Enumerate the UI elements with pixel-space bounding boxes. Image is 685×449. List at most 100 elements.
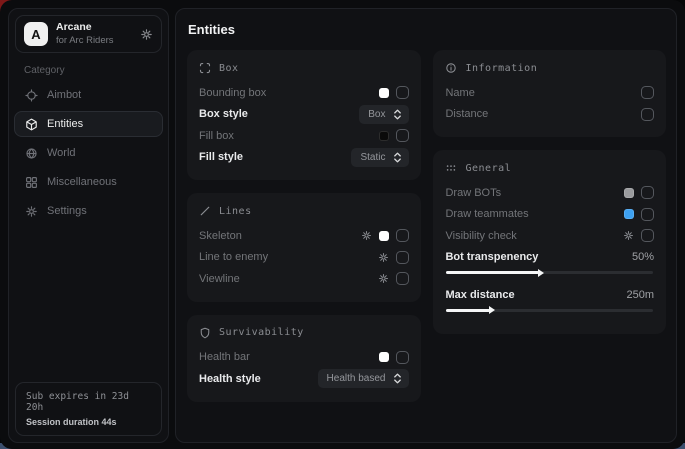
section-information-header: Information <box>445 62 654 74</box>
section-general: General Draw BOTs Draw teammates <box>433 150 666 334</box>
checkbox[interactable] <box>396 86 409 99</box>
color-swatch[interactable] <box>624 188 634 198</box>
checkbox[interactable] <box>641 208 654 221</box>
max-distance-slider[interactable] <box>446 309 653 312</box>
session-duration-text: Session duration 44s <box>26 417 151 427</box>
checkbox[interactable] <box>641 186 654 199</box>
setting-row-draw-bots: Draw BOTs <box>445 182 654 204</box>
setting-label: Bot transpenency <box>445 251 538 263</box>
setting-label: Health bar <box>199 351 250 363</box>
dots-grid-icon <box>445 162 457 174</box>
setting-label: Draw BOTs <box>445 187 501 199</box>
setting-row-bounding-box: Bounding box <box>199 82 409 104</box>
crosshair-icon <box>25 89 38 102</box>
sidebar-item-miscellaneous[interactable]: Miscellaneous <box>14 169 163 195</box>
sidebar-item-world[interactable]: World <box>14 140 163 166</box>
gear-icon[interactable] <box>623 230 634 241</box>
shield-icon <box>199 327 211 339</box>
color-swatch[interactable] <box>379 231 389 241</box>
setting-row-health-style: Health style Health based <box>199 368 409 390</box>
bot-transpenency-slider[interactable] <box>446 271 653 274</box>
sidebar: A Arcane for Arc Riders Category <box>8 8 169 443</box>
setting-label: Bounding box <box>199 87 266 99</box>
chevron-up-down-icon <box>393 109 402 120</box>
sidebar-nav: Aimbot Entities World <box>9 82 168 224</box>
setting-label: Visibility check <box>445 230 516 242</box>
setting-row-fill-style: Fill style Static <box>199 147 409 169</box>
brand-text: Arcane for Arc Riders <box>56 22 114 46</box>
info-circle-icon <box>445 62 457 74</box>
sub-expires-text: Sub expires in 23d 20h <box>26 391 151 413</box>
slider-value: 50% <box>632 251 654 263</box>
gear-icon[interactable] <box>361 230 372 241</box>
slider-fill <box>446 309 489 312</box>
health-style-dropdown[interactable]: Health based <box>318 369 410 388</box>
section-title: Lines <box>219 206 252 217</box>
setting-row-skeleton: Skeleton <box>199 225 409 247</box>
diagonal-line-icon <box>199 205 211 217</box>
slider-fill <box>446 271 539 274</box>
right-column: Information Name Distance <box>433 50 666 402</box>
chevron-up-down-icon <box>393 373 402 384</box>
brand-title: Arcane <box>56 22 114 34</box>
setting-row-line-to-enemy: Line to enemy <box>199 247 409 269</box>
checkbox[interactable] <box>641 108 654 121</box>
setting-row-viewline: Viewline <box>199 268 409 290</box>
fill-style-dropdown[interactable]: Static <box>351 148 409 167</box>
sidebar-item-label: World <box>47 147 76 159</box>
slider-thumb[interactable] <box>538 269 544 277</box>
app-window: A Arcane for Arc Riders Category <box>0 0 685 449</box>
sidebar-item-settings[interactable]: Settings <box>14 198 163 224</box>
color-swatch[interactable] <box>624 209 634 219</box>
category-label: Category <box>24 65 168 76</box>
gear-icon <box>25 205 38 218</box>
setting-label: Distance <box>445 108 488 120</box>
slider-value: 250m <box>626 289 654 301</box>
section-information: Information Name Distance <box>433 50 666 137</box>
brand-card: A Arcane for Arc Riders <box>15 15 162 53</box>
section-title: Information <box>465 63 537 74</box>
gear-icon[interactable] <box>140 28 153 41</box>
sidebar-item-label: Miscellaneous <box>47 176 117 188</box>
setting-label: Box style <box>199 108 248 120</box>
setting-row-name: Name <box>445 82 654 104</box>
sidebar-item-entities[interactable]: Entities <box>14 111 163 137</box>
dropdown-value: Health based <box>327 373 386 384</box>
grid-icon <box>25 176 38 189</box>
section-box-header: Box <box>199 62 409 74</box>
dropdown-value: Static <box>360 152 385 163</box>
color-swatch[interactable] <box>379 352 389 362</box>
sidebar-item-label: Aimbot <box>47 89 81 101</box>
sidebar-item-aimbot[interactable]: Aimbot <box>14 82 163 108</box>
section-survivability: Survivability Health bar Health style He… <box>187 315 421 402</box>
gear-icon[interactable] <box>378 273 389 284</box>
setting-label: Draw teammates <box>445 208 528 220</box>
slider-thumb[interactable] <box>489 306 495 314</box>
checkbox[interactable] <box>396 129 409 142</box>
dropdown-value: Box <box>368 109 385 120</box>
setting-label: Line to enemy <box>199 251 268 263</box>
color-swatch[interactable] <box>379 88 389 98</box>
focus-brackets-icon <box>199 62 211 74</box>
checkbox[interactable] <box>641 86 654 99</box>
section-lines-header: Lines <box>199 205 409 217</box>
checkbox[interactable] <box>396 251 409 264</box>
brand-avatar: A <box>24 22 48 46</box>
setting-label: Skeleton <box>199 230 242 242</box>
box-style-dropdown[interactable]: Box <box>359 105 409 124</box>
gear-icon[interactable] <box>378 252 389 263</box>
checkbox[interactable] <box>396 351 409 364</box>
section-title: Survivability <box>219 327 304 338</box>
checkbox[interactable] <box>396 229 409 242</box>
globe-icon <box>25 147 38 160</box>
setting-row-visibility-check: Visibility check <box>445 225 654 247</box>
checkbox[interactable] <box>641 229 654 242</box>
section-survivability-header: Survivability <box>199 327 409 339</box>
setting-row-bot-transpenency: Bot transpenency 50% <box>445 247 654 269</box>
section-general-header: General <box>445 162 654 174</box>
left-column: Box Bounding box Box style Box <box>187 50 421 402</box>
color-swatch[interactable] <box>379 131 389 141</box>
setting-label: Fill box <box>199 130 234 142</box>
setting-row-distance: Distance <box>445 104 654 126</box>
checkbox[interactable] <box>396 272 409 285</box>
